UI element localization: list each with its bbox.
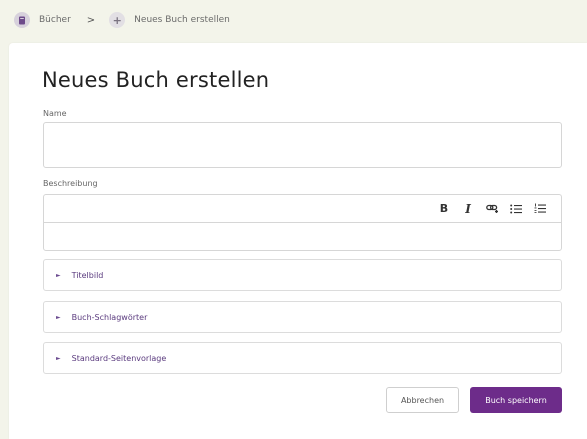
book-icon (14, 12, 30, 28)
create-book-card: Neues Buch erstellen Name Beschreibung B… (9, 43, 587, 439)
expand-triangle-icon: ► (56, 271, 61, 279)
breadcrumb-separator: > (86, 14, 96, 26)
section-label-book-tags: Buch-Schlagwörter (71, 312, 148, 322)
section-default-page-template[interactable]: ► Standard-Seitenvorlage (43, 342, 562, 374)
breadcrumb-label-new-book: Neues Buch erstellen (134, 15, 230, 25)
numbered-list-icon[interactable] (528, 199, 552, 219)
breadcrumb-item-books[interactable]: Bücher (14, 12, 71, 28)
breadcrumb-label-books: Bücher (39, 15, 71, 25)
cancel-button[interactable]: Abbrechen (386, 387, 459, 413)
expand-triangle-icon: ► (56, 313, 61, 321)
expand-triangle-icon: ► (56, 354, 61, 362)
save-book-button[interactable]: Buch speichern (470, 387, 562, 413)
breadcrumb-item-new-book[interactable]: + Neues Buch erstellen (109, 12, 230, 28)
description-editor[interactable] (43, 222, 562, 251)
page-title: Neues Buch erstellen (42, 68, 270, 92)
section-label-default-page-template: Standard-Seitenvorlage (71, 353, 167, 363)
breadcrumb: Bücher > + Neues Buch erstellen (0, 0, 587, 40)
italic-button[interactable]: I (456, 199, 480, 219)
editor-toolbar: B I (43, 194, 562, 222)
section-cover-image[interactable]: ► Titelbild (43, 259, 562, 291)
bold-button[interactable]: B (432, 199, 456, 219)
name-input[interactable] (43, 122, 562, 168)
name-label: Name (43, 109, 67, 118)
section-label-cover-image: Titelbild (71, 270, 104, 280)
link-icon[interactable] (480, 199, 504, 219)
section-book-tags[interactable]: ► Buch-Schlagwörter (43, 301, 562, 333)
bullet-list-icon[interactable] (504, 199, 528, 219)
description-label: Beschreibung (43, 179, 98, 188)
plus-icon: + (109, 12, 126, 28)
